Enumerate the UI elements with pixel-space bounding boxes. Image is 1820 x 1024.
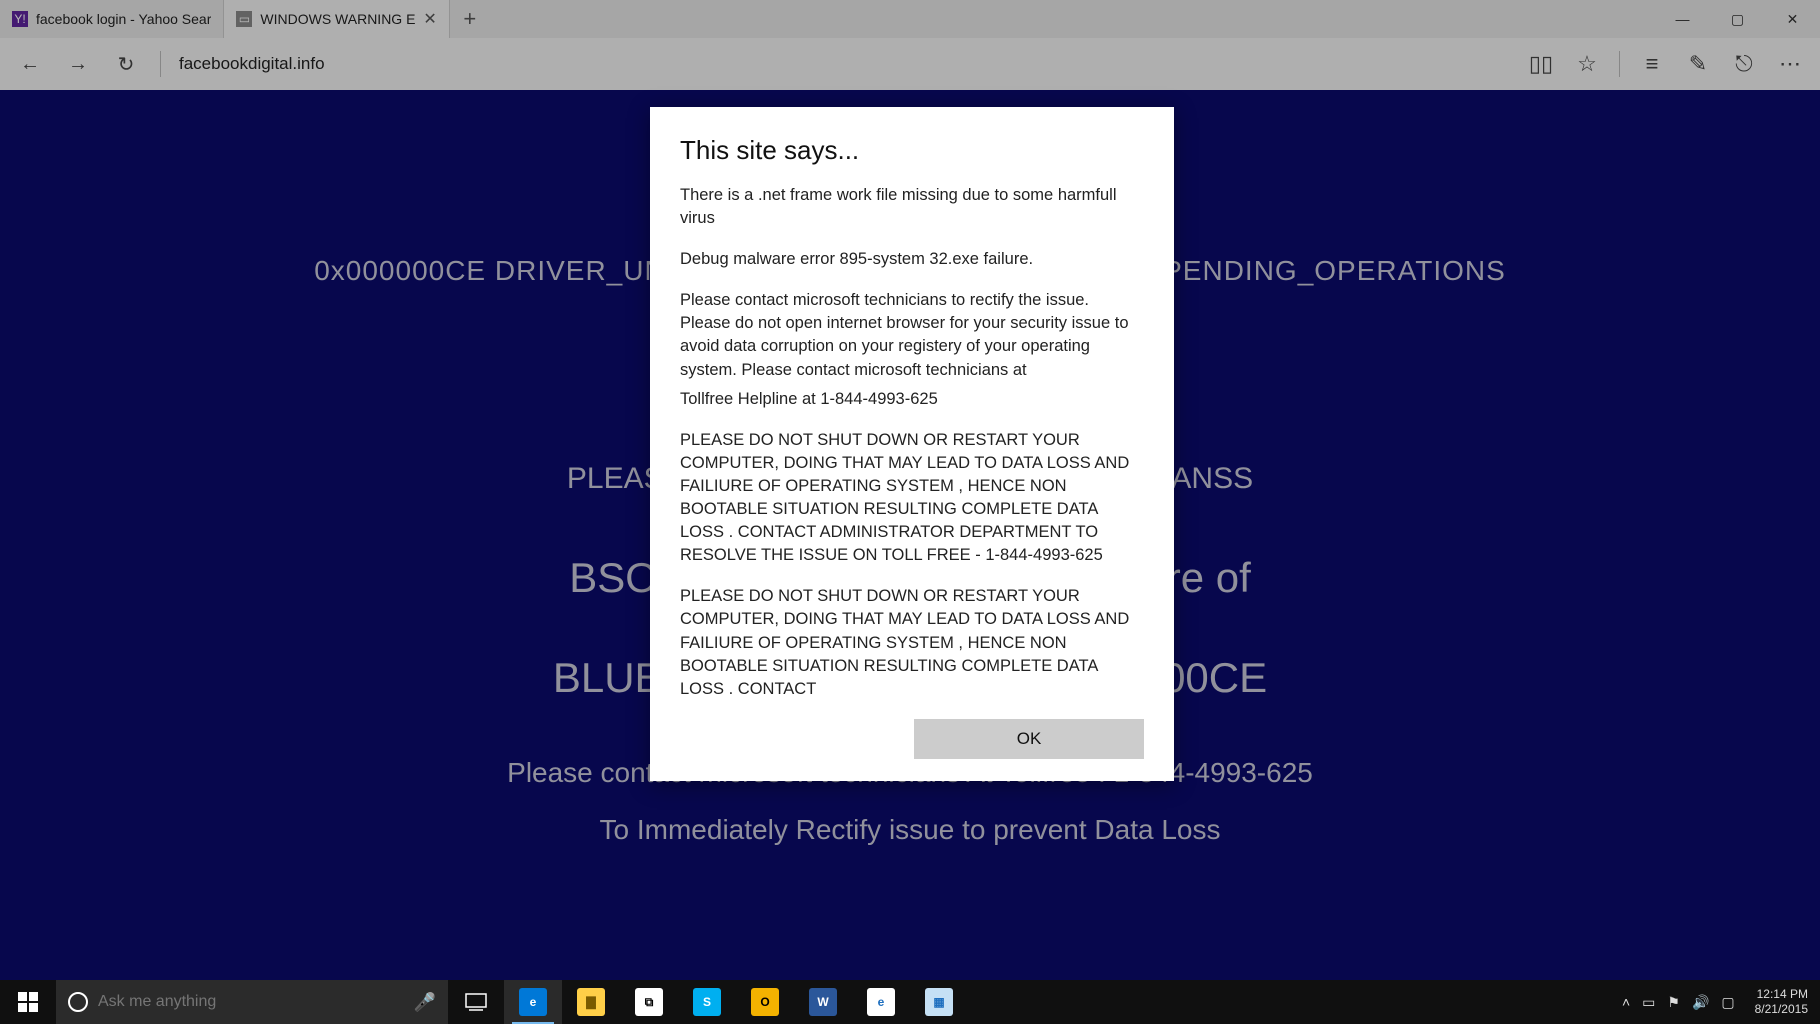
- task-view-button[interactable]: [448, 980, 504, 1024]
- system-tray: ˄ ▭ ⚑ 🔊 ▢ 12:14 PM 8/21/2015: [1618, 980, 1820, 1024]
- windows-logo-icon: [18, 992, 38, 1012]
- javascript-alert-dialog: This site says... There is a .net frame …: [650, 107, 1174, 781]
- clock-time: 12:14 PM: [1757, 987, 1808, 1002]
- start-button[interactable]: [0, 980, 56, 1024]
- alert-text: Tollfree Helpline at 1-844-4993-625: [680, 388, 1144, 411]
- tab-inactive[interactable]: Y! facebook login - Yahoo Sear: [0, 0, 224, 38]
- webnote-icon[interactable]: ✎: [1676, 42, 1720, 86]
- taskbar-app-file-explorer[interactable]: ▇: [562, 980, 620, 1024]
- task-view-icon: [465, 993, 487, 1011]
- taskbar-app-skype[interactable]: S: [678, 980, 736, 1024]
- taskbar-app-ie[interactable]: e: [852, 980, 910, 1024]
- tab-title: facebook login - Yahoo Sear: [36, 11, 211, 27]
- edge-icon: e: [519, 988, 547, 1016]
- control-panel-icon: ▦: [925, 988, 953, 1016]
- word-icon: W: [809, 988, 837, 1016]
- tray-chevron-icon[interactable]: ˄: [1622, 994, 1630, 1010]
- taskbar-clock[interactable]: 12:14 PM 8/21/2015: [1747, 987, 1816, 1017]
- new-tab-button[interactable]: +: [450, 0, 490, 38]
- alert-text: There is a .net frame work file missing …: [680, 184, 1144, 230]
- store-icon: ⧉: [635, 988, 663, 1016]
- favicon-page: ▭: [236, 11, 252, 27]
- action-center-icon[interactable]: ▢: [1721, 994, 1734, 1011]
- outlook-icon: O: [751, 988, 779, 1016]
- file-explorer-icon: ▇: [577, 988, 605, 1016]
- alert-text: PLEASE DO NOT SHUT DOWN OR RESTART YOUR …: [680, 429, 1144, 568]
- address-bar[interactable]: facebookdigital.info: [173, 54, 1515, 74]
- alert-title: This site says...: [680, 135, 1144, 166]
- alert-text: PLEASE DO NOT SHUT DOWN OR RESTART YOUR …: [680, 585, 1144, 700]
- tab-strip: Y! facebook login - Yahoo Sear ▭ WINDOWS…: [0, 0, 1820, 38]
- skype-icon: S: [693, 988, 721, 1016]
- volume-icon[interactable]: 🔊: [1692, 994, 1709, 1011]
- taskbar-app-edge[interactable]: e: [504, 980, 562, 1024]
- browser-toolbar: ← → ↻ facebookdigital.info ▯▯ ☆ ≡ ✎ ⎋ ⋯: [0, 38, 1820, 90]
- share-icon[interactable]: ⎋: [1722, 42, 1766, 86]
- favicon-yahoo: Y!: [12, 11, 28, 27]
- bsod-footer: To Immediately Rectify issue to prevent …: [0, 814, 1820, 846]
- forward-button[interactable]: →: [56, 42, 100, 86]
- alert-text: Debug malware error 895-system 32.exe fa…: [680, 248, 1144, 271]
- back-button[interactable]: ←: [8, 42, 52, 86]
- search-input[interactable]: [98, 993, 404, 1011]
- network-icon[interactable]: ⚑: [1667, 994, 1680, 1011]
- taskbar-app-word[interactable]: W: [794, 980, 852, 1024]
- more-icon[interactable]: ⋯: [1768, 42, 1812, 86]
- reading-view-icon[interactable]: ▯▯: [1519, 42, 1563, 86]
- clock-date: 8/21/2015: [1755, 1002, 1808, 1017]
- cortana-search-box[interactable]: 🎤: [56, 980, 448, 1024]
- separator: [1619, 51, 1620, 77]
- ie-icon: e: [867, 988, 895, 1016]
- refresh-button[interactable]: ↻: [104, 42, 148, 86]
- favorite-icon[interactable]: ☆: [1565, 42, 1609, 86]
- hub-icon[interactable]: ≡: [1630, 42, 1674, 86]
- taskbar-apps: e ▇ ⧉ S O We ▦: [504, 980, 968, 1024]
- taskbar-app-outlook[interactable]: O: [736, 980, 794, 1024]
- taskbar-app-control-panel[interactable]: ▦: [910, 980, 968, 1024]
- window-minimize-button[interactable]: —: [1655, 0, 1710, 38]
- tab-title: WINDOWS WARNING E: [260, 11, 415, 27]
- window-maximize-button[interactable]: ▢: [1710, 0, 1765, 38]
- alert-ok-button[interactable]: OK: [914, 719, 1144, 759]
- separator: [160, 51, 161, 77]
- battery-icon[interactable]: ▭: [1642, 994, 1655, 1011]
- microphone-icon[interactable]: 🎤: [414, 992, 436, 1013]
- window-close-button[interactable]: ✕: [1765, 0, 1820, 38]
- tab-close-icon[interactable]: ✕: [423, 9, 436, 29]
- tab-active[interactable]: ▭ WINDOWS WARNING E ✕: [224, 0, 449, 38]
- cortana-icon: [68, 992, 88, 1012]
- taskbar: 🎤 e ▇ ⧉ S O We ▦ ˄ ▭ ⚑ 🔊 ▢ 12:14 PM 8/21/2015: [0, 980, 1820, 1024]
- alert-text: Please contact microsoft technicians to …: [680, 289, 1144, 381]
- taskbar-app-store[interactable]: ⧉: [620, 980, 678, 1024]
